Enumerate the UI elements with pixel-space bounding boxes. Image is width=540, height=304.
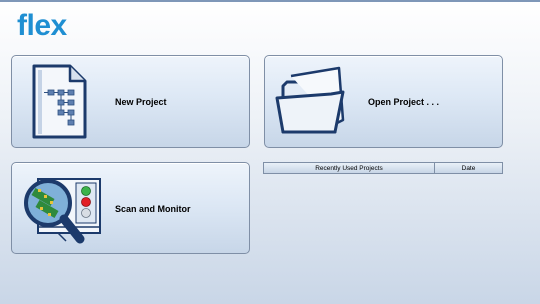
date-column-header[interactable]: Date xyxy=(435,163,502,173)
flex-logo: flex xyxy=(17,9,67,42)
flowchart-document-icon xyxy=(32,64,87,139)
recent-projects-table-header: Recently Used Projects Date xyxy=(263,162,503,174)
new-project-tile[interactable]: New Project xyxy=(11,55,250,148)
window-top-border xyxy=(0,0,540,2)
folder-icon xyxy=(275,66,345,134)
new-project-label: New Project xyxy=(115,97,167,107)
open-project-tile[interactable]: Open Project . . . xyxy=(264,55,503,148)
magnifier-circuit-board-icon xyxy=(24,178,101,244)
open-project-label: Open Project . . . xyxy=(368,97,440,107)
scan-and-monitor-tile[interactable]: Scan and Monitor xyxy=(11,162,250,254)
recent-projects-column-header[interactable]: Recently Used Projects xyxy=(264,163,435,173)
scan-and-monitor-label: Scan and Monitor xyxy=(115,204,191,214)
